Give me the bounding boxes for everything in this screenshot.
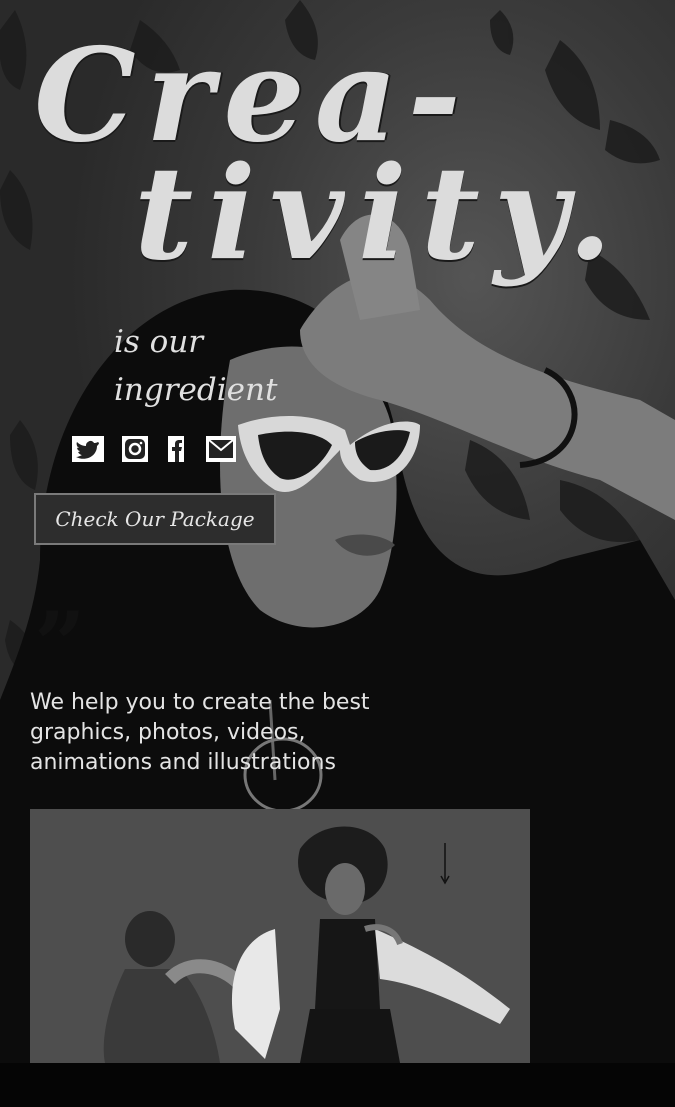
hero-subtitle-line1: is our [114,324,204,360]
facebook-icon[interactable] [168,436,188,464]
instagram-icon[interactable] [122,436,150,464]
bottom-section [0,1063,675,1107]
tagline-text: We help you to create the best graphics,… [30,690,370,775]
twitter-icon[interactable] [72,436,104,464]
hero-subtitle: is our ingredient [114,318,364,414]
check-package-button[interactable]: Check Our Package [34,493,276,545]
scroll-down-arrow-icon[interactable] [437,843,453,890]
hero-title-line2: tivity. [134,139,627,289]
quote-icon: ” [34,592,86,698]
mail-icon[interactable] [206,436,238,464]
hero-subtitle-line2: ingredient [114,372,278,408]
social-links [72,436,256,464]
dancers-photo [30,809,530,1063]
